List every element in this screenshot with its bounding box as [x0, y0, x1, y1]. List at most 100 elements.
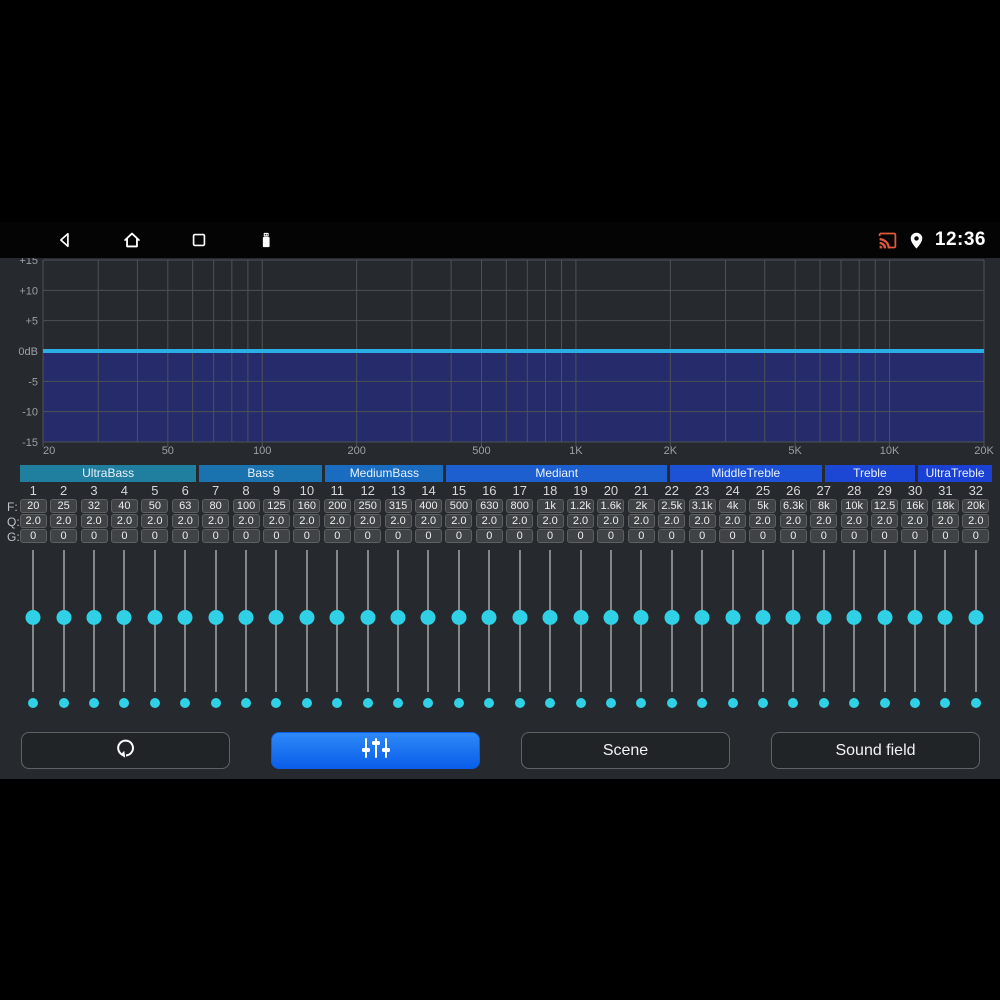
q-value-box[interactable]: 2.0 — [627, 514, 655, 528]
q-value-box[interactable]: 2.0 — [719, 514, 747, 528]
band-indicator-dot[interactable] — [879, 698, 890, 708]
gain-value-box[interactable]: 0 — [506, 529, 534, 543]
slider-knob[interactable] — [268, 610, 284, 625]
band-indicator-dot[interactable] — [210, 698, 221, 708]
gain-value-box[interactable]: 0 — [232, 529, 260, 543]
band-indicator-dot[interactable] — [180, 698, 191, 708]
slider-knob[interactable] — [785, 610, 801, 625]
gain-value-box[interactable]: 0 — [354, 529, 382, 543]
frequency-value-box[interactable]: 200 — [323, 499, 351, 513]
q-value-box[interactable]: 2.0 — [50, 514, 78, 528]
band-group-middletreble[interactable]: MiddleTreble — [669, 465, 822, 482]
q-value-box[interactable]: 2.0 — [354, 514, 382, 528]
band-indicator-dot[interactable] — [818, 698, 829, 708]
band-indicator-dot[interactable] — [849, 698, 860, 708]
frequency-value-box[interactable]: 2.5k — [658, 499, 686, 513]
gain-value-box[interactable]: 0 — [658, 529, 686, 543]
q-value-box[interactable]: 2.0 — [658, 514, 686, 528]
q-value-box[interactable]: 2.0 — [840, 514, 868, 528]
gain-value-box[interactable]: 0 — [567, 529, 595, 543]
gain-value-box[interactable]: 0 — [19, 529, 47, 543]
gain-value-box[interactable]: 0 — [323, 529, 351, 543]
q-value-box[interactable]: 2.0 — [414, 514, 442, 528]
frequency-value-box[interactable]: 8k — [810, 499, 838, 513]
frequency-value-box[interactable]: 1.2k — [567, 499, 595, 513]
frequency-value-box[interactable]: 250 — [354, 499, 382, 513]
frequency-value-box[interactable]: 630 — [475, 499, 503, 513]
back-icon[interactable] — [54, 229, 76, 251]
band-indicator-dot[interactable] — [575, 698, 586, 708]
gain-value-box[interactable]: 0 — [80, 529, 108, 543]
band-group-mediumbass[interactable]: MediumBass — [325, 465, 444, 482]
band-indicator-dot[interactable] — [241, 698, 252, 708]
band-indicator-dot[interactable] — [636, 698, 647, 708]
q-value-box[interactable]: 2.0 — [810, 514, 838, 528]
q-value-box[interactable]: 2.0 — [597, 514, 625, 528]
slider-knob[interactable] — [360, 610, 376, 625]
q-value-box[interactable]: 2.0 — [232, 514, 260, 528]
frequency-value-box[interactable]: 1.6k — [597, 499, 625, 513]
q-value-box[interactable]: 2.0 — [262, 514, 290, 528]
gain-value-box[interactable]: 0 — [110, 529, 138, 543]
slider-knob[interactable] — [420, 610, 436, 625]
frequency-value-box[interactable]: 160 — [293, 499, 321, 513]
q-value-box[interactable]: 2.0 — [962, 514, 990, 528]
frequency-value-box[interactable]: 25 — [50, 499, 78, 513]
q-value-box[interactable]: 2.0 — [19, 514, 47, 528]
slider-knob[interactable] — [238, 610, 254, 625]
slider-knob[interactable] — [116, 610, 132, 625]
band-indicator-dot[interactable] — [453, 698, 464, 708]
slider-knob[interactable] — [390, 610, 406, 625]
band-indicator-dot[interactable] — [697, 698, 708, 708]
gain-value-box[interactable]: 0 — [597, 529, 625, 543]
frequency-value-box[interactable]: 125 — [262, 499, 290, 513]
band-indicator-dot[interactable] — [788, 698, 799, 708]
frequency-value-box[interactable]: 20 — [19, 499, 47, 513]
sound-field-button[interactable]: Sound field — [771, 732, 980, 769]
band-indicator-dot[interactable] — [545, 698, 556, 708]
frequency-value-box[interactable]: 18k — [931, 499, 959, 513]
band-group-ultratreble[interactable]: UltraTreble — [918, 465, 992, 482]
frequency-value-box[interactable]: 3.1k — [688, 499, 716, 513]
band-indicator-dot[interactable] — [362, 698, 373, 708]
band-indicator-dot[interactable] — [28, 698, 39, 708]
band-group-treble[interactable]: Treble — [824, 465, 916, 482]
q-value-box[interactable]: 2.0 — [475, 514, 503, 528]
q-value-box[interactable]: 2.0 — [779, 514, 807, 528]
reset-button[interactable] — [21, 732, 230, 769]
slider-knob[interactable] — [633, 610, 649, 625]
q-value-box[interactable]: 2.0 — [931, 514, 959, 528]
q-value-box[interactable]: 2.0 — [749, 514, 777, 528]
q-value-box[interactable]: 2.0 — [445, 514, 473, 528]
band-indicator-dot[interactable] — [484, 698, 495, 708]
slider-knob[interactable] — [56, 610, 72, 625]
band-indicator-dot[interactable] — [666, 698, 677, 708]
gain-value-box[interactable]: 0 — [171, 529, 199, 543]
band-indicator-dot[interactable] — [332, 698, 343, 708]
slider-knob[interactable] — [907, 610, 923, 625]
home-icon[interactable] — [121, 229, 143, 251]
slider-knob[interactable] — [481, 610, 497, 625]
frequency-value-box[interactable]: 400 — [414, 499, 442, 513]
slider-knob[interactable] — [451, 610, 467, 625]
frequency-value-box[interactable]: 12.5 — [871, 499, 899, 513]
gain-value-box[interactable]: 0 — [749, 529, 777, 543]
slider-knob[interactable] — [542, 610, 558, 625]
gain-value-box[interactable]: 0 — [202, 529, 230, 543]
q-value-box[interactable]: 2.0 — [506, 514, 534, 528]
frequency-value-box[interactable]: 32 — [80, 499, 108, 513]
slider-knob[interactable] — [299, 610, 315, 625]
frequency-value-box[interactable]: 100 — [232, 499, 260, 513]
gain-value-box[interactable]: 0 — [445, 529, 473, 543]
scene-button[interactable]: Scene — [521, 732, 730, 769]
slider-knob[interactable] — [603, 610, 619, 625]
slider-knob[interactable] — [208, 610, 224, 625]
q-value-box[interactable]: 2.0 — [141, 514, 169, 528]
frequency-value-box[interactable]: 63 — [171, 499, 199, 513]
band-indicator-dot[interactable] — [605, 698, 616, 708]
gain-value-box[interactable]: 0 — [262, 529, 290, 543]
frequency-value-box[interactable]: 20k — [962, 499, 990, 513]
frequency-value-box[interactable]: 50 — [141, 499, 169, 513]
frequency-value-box[interactable]: 40 — [110, 499, 138, 513]
band-indicator-dot[interactable] — [89, 698, 100, 708]
